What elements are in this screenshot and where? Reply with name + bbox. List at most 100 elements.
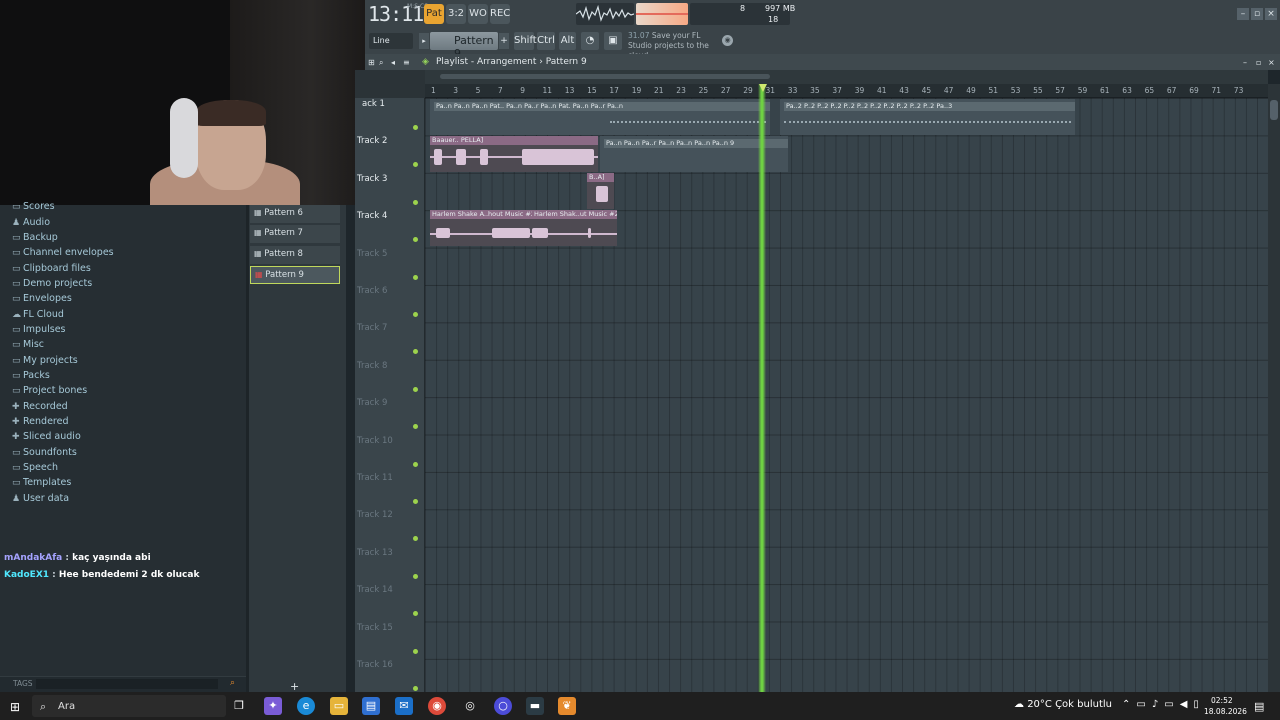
mic-icon[interactable]: ♪ — [1152, 699, 1164, 710]
minimize-icon[interactable]: – — [1243, 58, 1247, 67]
track-mute-indicator[interactable] — [413, 274, 418, 280]
playhead-marker-icon[interactable] — [759, 84, 767, 92]
browser-item-sliced-audio[interactable]: ✚ Sliced audio — [12, 431, 81, 442]
audio-clip[interactable]: Harlem Shake A..hout Music #2 — [430, 210, 532, 246]
zoom-icon[interactable]: ⌕ — [379, 58, 383, 68]
track-mute-indicator[interactable] — [413, 199, 418, 205]
pattern-clip[interactable]: Pa..2 P..2 P..2 P..2 P..2 P..2 P..2 P..2… — [780, 99, 1075, 135]
windows-start-icon[interactable]: ⊞ — [10, 701, 22, 713]
track-label[interactable]: Track 2 — [357, 136, 387, 146]
track-label[interactable]: Track 6 — [357, 286, 387, 296]
browser-item-speech[interactable]: ▭ Speech — [12, 462, 58, 473]
track-label[interactable]: Track 12 — [357, 510, 393, 520]
picker-pattern-8[interactable]: ▦ Pattern 8 — [250, 246, 340, 264]
audio-clip[interactable]: Harlem Shak..ut Music #2 — [532, 210, 617, 246]
chrome-icon[interactable]: ◉ — [428, 697, 446, 715]
notification-icon[interactable]: ▤ — [1254, 700, 1264, 713]
track-label[interactable]: ack 1 — [362, 99, 385, 109]
alt-key-button[interactable]: Alt — [559, 32, 576, 50]
record-button[interactable]: REC — [490, 4, 510, 24]
track-mute-indicator[interactable] — [413, 573, 418, 579]
play-icon[interactable]: ◈ — [422, 57, 429, 67]
browser-item-backup[interactable]: ▭ Backup — [12, 232, 58, 243]
track-label[interactable]: Track 9 — [357, 398, 387, 408]
track-label[interactable]: Track 10 — [357, 436, 393, 446]
browser-item-impulses[interactable]: ▭ Impulses — [12, 324, 66, 335]
volume-icon[interactable]: ◀ — [1180, 699, 1194, 710]
track-label[interactable]: Track 14 — [357, 585, 393, 595]
track-label[interactable]: Track 16 — [357, 660, 393, 670]
maximize-icon[interactable]: ▫ — [1256, 58, 1261, 67]
taskbar-time[interactable]: 02:52 — [1211, 696, 1233, 705]
app-circle-icon[interactable]: ○ — [494, 697, 512, 715]
weather-widget[interactable]: ☁ 20°C Çok bulutlu — [1014, 699, 1112, 710]
tags-input[interactable] — [36, 679, 218, 689]
task-view-icon[interactable]: ❐ — [230, 697, 248, 715]
search-icon[interactable]: ⌕ — [230, 678, 235, 688]
metronome-icon[interactable]: ◔ — [581, 32, 599, 50]
browser-item-templates[interactable]: ▭ Templates — [12, 477, 71, 488]
system-tray[interactable]: ⌃▭♪▭◀▯ — [1122, 699, 1205, 710]
taskbar-date[interactable]: 18.08.2026 — [1204, 707, 1247, 716]
globe-icon[interactable]: ◉ — [722, 35, 733, 46]
terminal-icon[interactable]: ▬ — [526, 697, 544, 715]
track-mute-indicator[interactable] — [413, 125, 418, 130]
pattern-song-mode-button[interactable]: Pat — [424, 4, 444, 24]
browser-item-soundfonts[interactable]: ▭ Soundfonts — [12, 447, 77, 458]
network-icon[interactable]: ▭ — [1164, 699, 1179, 710]
add-pattern-icon[interactable]: + — [499, 33, 509, 49]
picker-pattern-9[interactable]: ▦ Pattern 9 — [250, 266, 340, 284]
store-icon[interactable]: ▤ — [362, 697, 380, 715]
minimize-icon[interactable]: – — [1237, 8, 1249, 20]
fl-studio-icon[interactable]: ❦ — [558, 697, 576, 715]
browser-item-demo-projects[interactable]: ▭ Demo projects — [12, 278, 92, 289]
tempo-button[interactable]: 3:2 — [446, 4, 466, 24]
pattern-selector[interactable]: Pattern 9 — [430, 32, 498, 60]
track-label[interactable]: Track 15 — [357, 623, 393, 633]
browser-item-audio[interactable]: ♟ Audio — [12, 217, 50, 228]
audio-clip[interactable]: Baauer.. PELLA] — [430, 136, 598, 172]
track-label[interactable]: Track 13 — [357, 548, 393, 558]
track-mute-indicator[interactable] — [413, 312, 418, 317]
picker-pattern-7[interactable]: ▦ Pattern 7 — [250, 225, 340, 243]
snap-icon[interactable]: ⊞ — [368, 58, 375, 67]
cart-icon[interactable]: ▣ — [604, 32, 622, 50]
browser-item-misc[interactable]: ▭ Misc — [12, 339, 44, 350]
browser-item-user-data[interactable]: ♟ User data — [12, 493, 69, 504]
browser-item-recorded[interactable]: ✚ Recorded — [12, 401, 68, 412]
browser-item-my-projects[interactable]: ▭ My projects — [12, 355, 78, 366]
playlist-grid[interactable] — [425, 98, 1268, 692]
track-mute-indicator[interactable] — [413, 386, 418, 392]
playhead[interactable] — [758, 84, 766, 692]
browser-item-clipboard-files[interactable]: ▭ Clipboard files — [12, 263, 91, 274]
close-icon[interactable]: × — [1268, 58, 1275, 67]
track-label[interactable]: Track 4 — [357, 211, 387, 221]
browser-item-scores[interactable]: ▭ Scores — [12, 201, 55, 212]
browser-item-fl-cloud[interactable]: ☁ FL Cloud — [12, 309, 64, 320]
track-label[interactable]: Track 11 — [357, 473, 393, 483]
wait-button[interactable]: WO — [468, 4, 488, 24]
audio-clip[interactable]: B..A] — [587, 173, 614, 209]
snap-select[interactable]: Line — [369, 33, 413, 49]
ctrl-key-button[interactable]: Ctrl — [537, 32, 555, 50]
browser-item-packs[interactable]: ▭ Packs — [12, 370, 50, 381]
track-mute-indicator[interactable] — [413, 499, 418, 504]
picker-pattern-6[interactable]: ▦ Pattern 6 — [250, 205, 340, 223]
shift-key-button[interactable]: Shift — [514, 32, 537, 50]
track-mute-indicator[interactable] — [413, 461, 418, 467]
browser-item-channel-envelopes[interactable]: ▭ Channel envelopes — [12, 247, 114, 258]
obs-icon[interactable]: ◎ — [461, 697, 479, 715]
close-icon[interactable]: × — [1265, 8, 1277, 20]
track-mute-indicator[interactable] — [413, 686, 418, 691]
chevron-up-icon[interactable]: ⌃ — [1122, 699, 1136, 710]
edge-icon[interactable]: e — [297, 697, 315, 715]
browser-item-project-bones[interactable]: ▭ Project bones — [12, 385, 87, 396]
solo-icon[interactable]: ≡ — [403, 58, 410, 67]
copilot-icon[interactable]: ✦ — [264, 697, 282, 715]
track-label[interactable]: Track 7 — [357, 323, 387, 333]
track-label[interactable]: Track 5 — [357, 249, 387, 259]
track-label[interactable]: Track 3 — [357, 174, 387, 184]
browser-item-rendered[interactable]: ✚ Rendered — [12, 416, 69, 427]
maximize-icon[interactable]: ▫ — [1251, 8, 1263, 20]
horizontal-scrollbar[interactable] — [440, 74, 770, 79]
